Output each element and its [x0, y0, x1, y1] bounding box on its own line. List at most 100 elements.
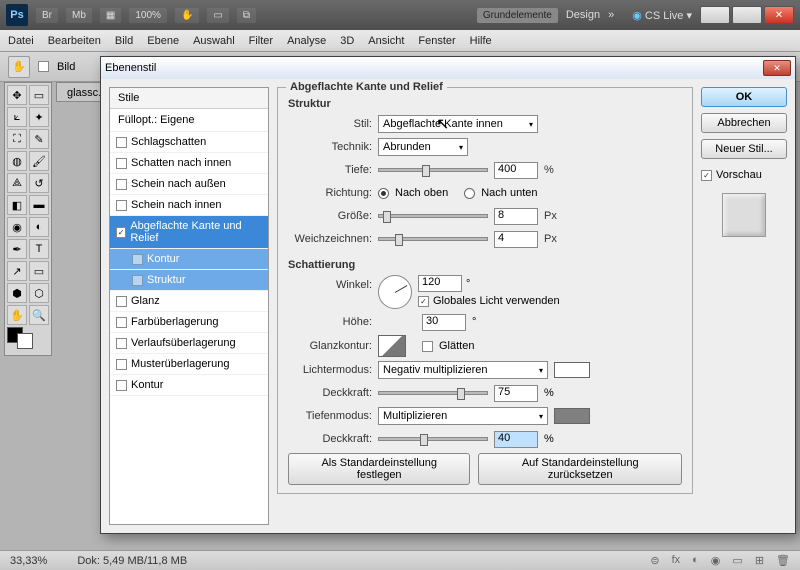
- style-item-6[interactable]: Struktur: [110, 270, 268, 291]
- chip-view[interactable]: ▭: [207, 8, 228, 23]
- heal-tool[interactable]: ◍: [7, 151, 27, 171]
- style-checkbox[interactable]: [116, 338, 127, 349]
- menu-3d[interactable]: 3D: [340, 35, 354, 47]
- blending-options[interactable]: Füllopt.: Eigene: [110, 109, 268, 132]
- pen-tool[interactable]: ✒: [7, 239, 27, 259]
- highlight-opacity-slider[interactable]: [378, 391, 488, 395]
- eyedropper-tool[interactable]: ✎: [29, 129, 49, 149]
- cslive-link[interactable]: ◉ CS Live ▾: [632, 9, 692, 22]
- menu-auswahl[interactable]: Auswahl: [193, 35, 235, 47]
- size-field[interactable]: 8: [494, 208, 538, 225]
- zoom-tool[interactable]: 🔍: [29, 305, 49, 325]
- style-checkbox[interactable]: [116, 296, 127, 307]
- zoom-chip[interactable]: 100%: [129, 8, 167, 23]
- style-sub-checkbox[interactable]: [132, 275, 143, 286]
- preview-checkbox[interactable]: [701, 170, 712, 181]
- style-checkbox[interactable]: [116, 200, 127, 211]
- window-min-button[interactable]: ─: [700, 6, 730, 24]
- menu-bild[interactable]: Bild: [115, 35, 133, 47]
- hand-tool[interactable]: ✋: [7, 305, 27, 325]
- style-item-2[interactable]: Schein nach außen: [110, 174, 268, 195]
- sb-icon-1[interactable]: ⊜: [650, 554, 659, 567]
- soften-field[interactable]: 4: [494, 231, 538, 248]
- color-swatches[interactable]: [7, 327, 49, 353]
- style-checkbox[interactable]: [116, 317, 127, 328]
- wand-tool[interactable]: ✦: [29, 107, 49, 127]
- chip-hand[interactable]: ✋: [175, 8, 199, 23]
- path-tool[interactable]: ↗: [7, 261, 27, 281]
- 3d-cam-tool[interactable]: ⬡: [29, 283, 49, 303]
- hand-tool-icon[interactable]: ✋: [8, 56, 30, 78]
- gradient-tool[interactable]: ▬: [29, 195, 49, 215]
- status-doc[interactable]: Dok: 5,49 MB/11,8 MB: [77, 555, 187, 567]
- shadow-mode-select[interactable]: Multiplizieren: [378, 407, 548, 425]
- style-checkbox[interactable]: [116, 227, 126, 238]
- workspace-selected[interactable]: Grundelemente: [477, 8, 558, 23]
- window-max-button[interactable]: ☐: [732, 6, 762, 24]
- brush-tool[interactable]: 🖌: [29, 151, 49, 171]
- depth-slider[interactable]: [378, 168, 488, 172]
- status-zoom[interactable]: 33,33%: [10, 555, 47, 567]
- soften-slider[interactable]: [378, 237, 488, 241]
- shadow-color[interactable]: [554, 408, 590, 424]
- sb-icon-fx[interactable]: fx: [672, 554, 681, 567]
- dialog-close-button[interactable]: ✕: [763, 60, 791, 76]
- menu-filter[interactable]: Filter: [249, 35, 273, 47]
- direction-up-radio[interactable]: [378, 188, 389, 199]
- menu-ebene[interactable]: Ebene: [147, 35, 179, 47]
- technique-select[interactable]: Abrunden: [378, 138, 468, 156]
- scroll-all-checkbox[interactable]: [38, 61, 49, 72]
- global-light-checkbox[interactable]: [418, 296, 429, 307]
- style-checkbox[interactable]: [116, 179, 127, 190]
- style-checkbox[interactable]: [116, 359, 127, 370]
- sb-icon-adj[interactable]: ◉: [711, 554, 721, 567]
- 3d-tool[interactable]: ⬢: [7, 283, 27, 303]
- menu-analyse[interactable]: Analyse: [287, 35, 326, 47]
- style-item-7[interactable]: Glanz: [110, 291, 268, 312]
- dodge-tool[interactable]: ◐: [29, 217, 49, 237]
- marquee-tool[interactable]: ▭: [29, 85, 49, 105]
- gloss-contour[interactable]: [378, 335, 406, 357]
- sb-icon-new[interactable]: ⊞: [755, 554, 764, 567]
- style-item-10[interactable]: Musterüberlagerung: [110, 354, 268, 375]
- ok-button[interactable]: OK: [701, 87, 787, 107]
- dialog-titlebar[interactable]: Ebenenstil ✕: [101, 57, 795, 79]
- new-style-button[interactable]: Neuer Stil...: [701, 139, 787, 159]
- antialias-checkbox[interactable]: [422, 341, 433, 352]
- style-item-9[interactable]: Verlaufsüberlagerung: [110, 333, 268, 354]
- menu-fenster[interactable]: Fenster: [418, 35, 455, 47]
- sb-icon-trash[interactable]: 🗑: [776, 554, 790, 567]
- style-item-1[interactable]: Schatten nach innen: [110, 153, 268, 174]
- style-checkbox[interactable]: [116, 137, 127, 148]
- angle-dial[interactable]: [378, 275, 412, 309]
- menu-datei[interactable]: Datei: [8, 35, 34, 47]
- shape-tool[interactable]: ▭: [29, 261, 49, 281]
- workspace-alt[interactable]: Design: [566, 9, 600, 21]
- highlight-color[interactable]: [554, 362, 590, 378]
- style-item-11[interactable]: Kontur: [110, 375, 268, 396]
- sb-icon-folder[interactable]: ▭: [732, 554, 742, 567]
- blur-tool[interactable]: ◉: [7, 217, 27, 237]
- lasso-tool[interactable]: ⟀: [7, 107, 27, 127]
- style-item-0[interactable]: Schlagschatten: [110, 132, 268, 153]
- make-default-button[interactable]: Als Standardeinstellung festlegen: [288, 453, 470, 485]
- crop-tool[interactable]: ⛶: [7, 129, 27, 149]
- style-select[interactable]: Abgeflachte Kante innen: [378, 115, 538, 133]
- reset-default-button[interactable]: Auf Standardeinstellung zurücksetzen: [478, 453, 682, 485]
- altitude-field[interactable]: 30: [422, 314, 466, 331]
- menu-ansicht[interactable]: Ansicht: [368, 35, 404, 47]
- highlight-opacity-field[interactable]: 75: [494, 385, 538, 402]
- chip-screen[interactable]: ⧉: [237, 8, 256, 23]
- highlight-mode-select[interactable]: Negativ multiplizieren: [378, 361, 548, 379]
- style-item-4[interactable]: Abgeflachte Kante und Relief: [110, 216, 268, 249]
- style-item-5[interactable]: Kontur: [110, 249, 268, 270]
- shadow-opacity-slider[interactable]: [378, 437, 488, 441]
- direction-down-radio[interactable]: [464, 188, 475, 199]
- style-item-8[interactable]: Farbüberlagerung: [110, 312, 268, 333]
- menu-bearbeiten[interactable]: Bearbeiten: [48, 35, 101, 47]
- history-brush-tool[interactable]: ↺: [29, 173, 49, 193]
- move-tool[interactable]: ✥: [7, 85, 27, 105]
- depth-field[interactable]: 400: [494, 162, 538, 179]
- style-checkbox[interactable]: [116, 158, 127, 169]
- style-item-3[interactable]: Schein nach innen: [110, 195, 268, 216]
